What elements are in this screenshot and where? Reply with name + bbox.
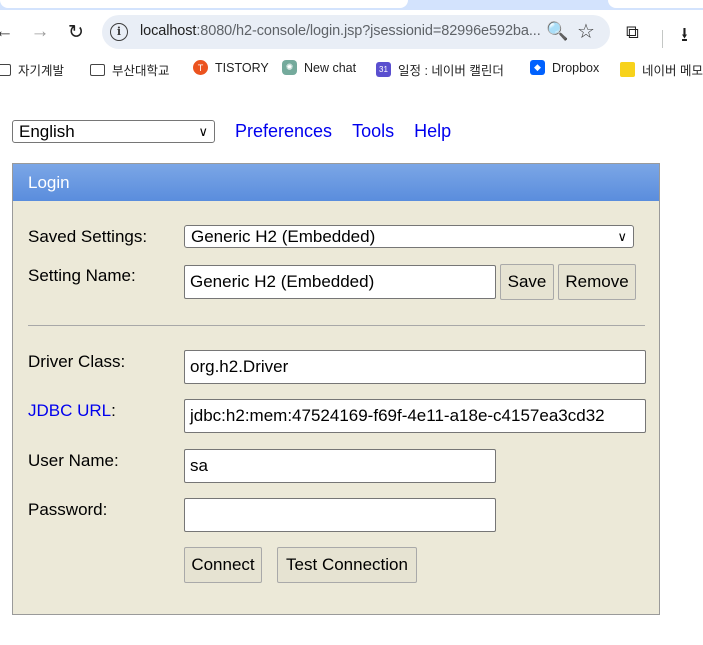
setting-name-label: Setting Name:	[28, 266, 136, 285]
jdbc-url-input[interactable]: jdbc:h2:mem:47524169-f69f-4e11-a18e-c415…	[184, 399, 646, 433]
bookmark-naver-memo[interactable]: 네이버 메모	[620, 60, 703, 79]
console-top-bar: English ∨ Preferences Tools Help	[12, 120, 451, 143]
divider	[28, 325, 645, 326]
bookmark-folder-pnu[interactable]: 부산대학교	[90, 60, 170, 79]
remove-button[interactable]: Remove	[558, 264, 636, 300]
forward-icon[interactable]: →	[28, 20, 52, 44]
bookmark-label: New chat	[304, 60, 357, 75]
bookmark-tistory[interactable]: T TISTORY	[193, 60, 269, 75]
setting-name-input[interactable]: Generic H2 (Embedded)	[184, 265, 496, 299]
saved-settings-label: Saved Settings:	[28, 227, 148, 246]
bookmark-label: TISTORY	[215, 60, 269, 75]
download-icon[interactable]: ⭳	[681, 20, 688, 54]
reload-icon[interactable]: ↻	[64, 20, 88, 44]
login-panel-title: Login	[13, 164, 659, 201]
dropbox-icon: ◆	[530, 60, 545, 75]
bookmark-label: 일정 : 네이버 캘린더	[398, 64, 504, 78]
site-info-icon[interactable]: i	[110, 23, 128, 41]
jdbc-url-colon: :	[111, 401, 116, 420]
user-name-label: User Name:	[28, 451, 119, 470]
tools-link[interactable]: Tools	[352, 121, 394, 142]
url-text[interactable]: localhost:8080/h2-console/login.jsp?jses…	[140, 23, 541, 39]
bookmark-naver-calendar[interactable]: 31 일정 : 네이버 캘린더	[376, 60, 504, 79]
calendar-icon: 31	[376, 62, 391, 77]
zoom-icon[interactable]: 🔍	[546, 21, 568, 42]
browser-toolbar: ← → ↻ i localhost:8080/h2-console/login.…	[0, 10, 703, 54]
language-select[interactable]: English ∨	[12, 120, 215, 143]
saved-settings-value: Generic H2 (Embedded)	[191, 227, 376, 246]
jdbc-url-help-link[interactable]: JDBC URL	[28, 401, 111, 420]
address-bar[interactable]: i localhost:8080/h2-console/login.jsp?js…	[102, 15, 610, 49]
extensions-icon[interactable]: ⧉	[626, 22, 646, 42]
tistory-icon: T	[193, 60, 208, 75]
language-value: English	[19, 122, 75, 141]
saved-settings-select[interactable]: Generic H2 (Embedded) ∨	[184, 225, 634, 248]
bookmark-folder-self-dev[interactable]: 자기계발	[0, 60, 64, 79]
user-name-input[interactable]: sa	[184, 449, 496, 483]
jdbc-url-label: JDBC URL:	[28, 401, 116, 421]
bookmark-label: Dropbox	[552, 60, 600, 75]
driver-class-input[interactable]: org.h2.Driver	[184, 350, 646, 384]
memo-icon	[620, 62, 635, 77]
chatgpt-icon: ✺	[282, 60, 297, 75]
bookmark-label: 네이버 메모	[642, 64, 703, 78]
bookmark-dropbox[interactable]: ◆ Dropbox	[530, 60, 599, 75]
toolbar-divider	[662, 30, 663, 48]
test-connection-button[interactable]: Test Connection	[277, 547, 417, 583]
chevron-down-icon: ∨	[198, 124, 208, 139]
bookmark-label: 자기계발	[18, 64, 65, 78]
password-input[interactable]	[184, 498, 496, 532]
folder-icon	[90, 63, 105, 76]
chevron-down-icon: ∨	[617, 229, 627, 244]
driver-class-label: Driver Class:	[28, 352, 126, 371]
tab-strip	[0, 0, 703, 10]
folder-icon	[0, 63, 11, 76]
bookmark-label: 부산대학교	[112, 64, 170, 78]
help-link[interactable]: Help	[414, 121, 451, 142]
save-button[interactable]: Save	[500, 264, 554, 300]
next-tab[interactable]	[608, 0, 703, 8]
back-icon[interactable]: ←	[0, 20, 16, 44]
bookmark-new-chat[interactable]: ✺ New chat	[282, 60, 356, 75]
preferences-link[interactable]: Preferences	[235, 121, 332, 142]
login-panel: Login Saved Settings: Generic H2 (Embedd…	[12, 163, 660, 615]
bookmark-star-icon[interactable]: ☆	[577, 19, 595, 44]
active-tab[interactable]	[0, 0, 408, 8]
bookmarks-bar: 자기계발 부산대학교 T TISTORY ✺ New chat 31 일정 : …	[0, 54, 703, 84]
connect-button[interactable]: Connect	[184, 547, 262, 583]
password-label: Password:	[28, 500, 108, 519]
